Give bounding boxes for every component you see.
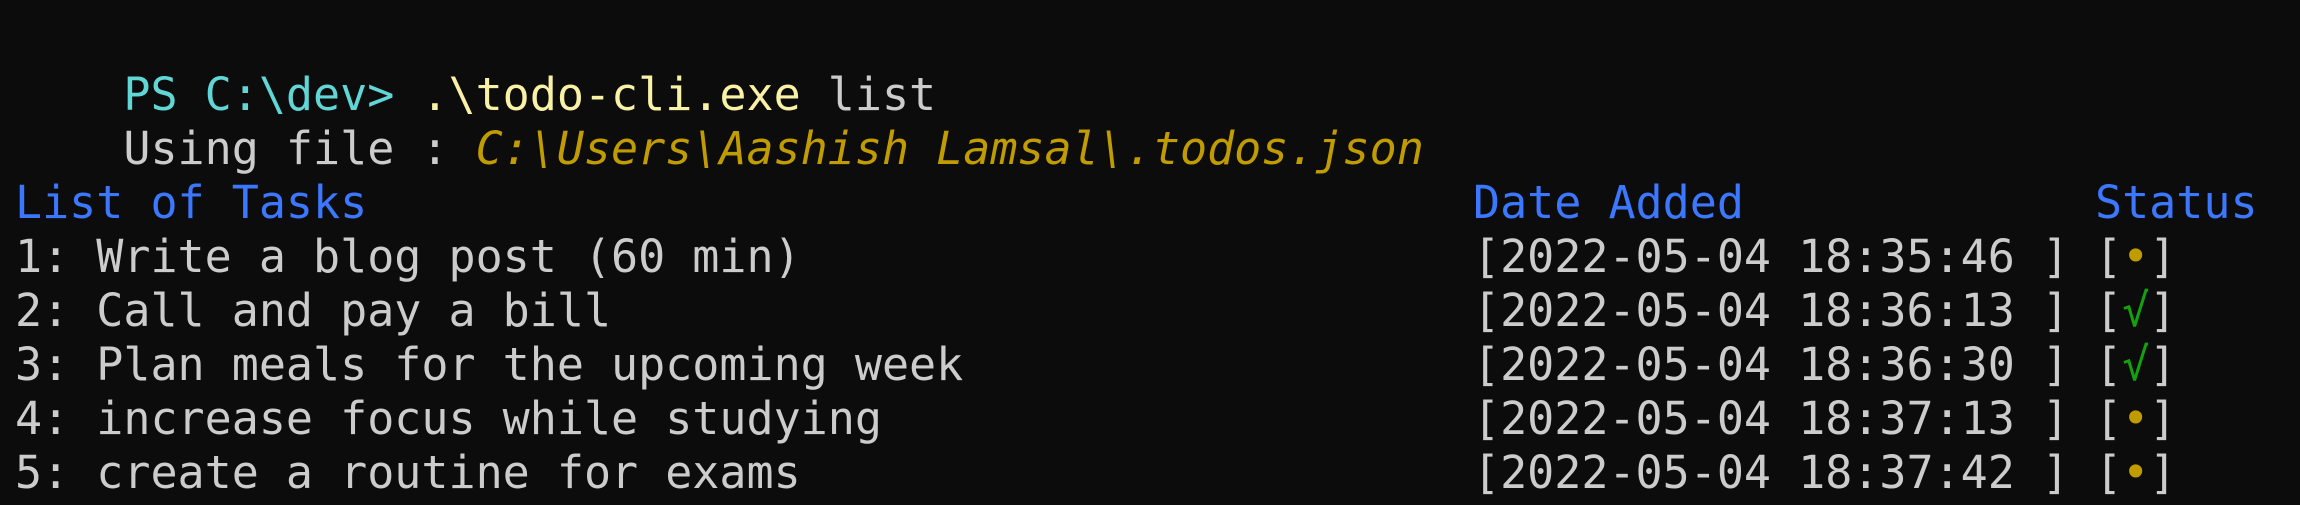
task-text: 4: increase focus while studying	[15, 392, 882, 445]
status-close-bracket: ]	[2149, 230, 2177, 283]
task-text: 2: Call and pay a bill	[15, 284, 612, 337]
task-date: [2022-05-04 18:37:42 ]	[1473, 446, 2070, 499]
task-list: 1: Write a blog post (60 min) [2022-05-04…	[15, 230, 2300, 500]
table-row: 5: create a routine for exams [2022-05-04…	[15, 446, 2300, 500]
file-info-label: Using file :	[123, 122, 476, 175]
status-open-bracket: [	[2095, 392, 2123, 445]
table-row: 3: Plan meals for the upcoming week [2022…	[15, 338, 2300, 392]
status-close-bracket: ]	[2149, 446, 2177, 499]
task-status: [√]	[2095, 338, 2176, 392]
task-status: [•]	[2095, 446, 2176, 500]
status-open-bracket: [	[2095, 338, 2123, 391]
task-text: 1: Write a blog post (60 min)	[15, 230, 801, 283]
header-status: Status	[2095, 176, 2258, 229]
status-open-bracket: [	[2095, 284, 2123, 337]
task-status: [•]	[2095, 392, 2176, 446]
task-status: [√]	[2095, 284, 2176, 338]
bullet-icon: •	[2122, 392, 2150, 445]
terminal-window[interactable]: PS C:\dev> .\todo-cli.exe list Using fil…	[0, 0, 2300, 505]
status-open-bracket: [	[2095, 230, 2123, 283]
file-info-line: Using file : C:\Users\Aashish Lamsal\.to…	[15, 68, 2300, 175]
check-icon: √	[2122, 338, 2150, 391]
task-date: [2022-05-04 18:36:30 ]	[1473, 338, 2070, 391]
task-text: 5: create a routine for exams	[15, 446, 801, 499]
status-close-bracket: ]	[2149, 338, 2177, 391]
command-line: PS C:\dev> .\todo-cli.exe list	[15, 14, 2300, 121]
table-header: List of Tasks Date Added Status	[15, 176, 2300, 230]
bullet-icon: •	[2122, 230, 2150, 283]
table-row: 4: increase focus while studying [2022-05…	[15, 392, 2300, 446]
table-row: 1: Write a blog post (60 min) [2022-05-04…	[15, 230, 2300, 284]
status-open-bracket: [	[2095, 446, 2123, 499]
status-close-bracket: ]	[2149, 284, 2177, 337]
task-date: [2022-05-04 18:37:13 ]	[1473, 392, 2070, 445]
table-row: 2: Call and pay a bill [2022-05-04 18:36:…	[15, 284, 2300, 338]
header-tasks: List of Tasks	[15, 176, 368, 229]
file-path: C:\Users\Aashish Lamsal\.todos.json	[475, 122, 1424, 175]
task-date: [2022-05-04 18:35:46 ]	[1473, 230, 2070, 283]
bullet-icon: •	[2122, 446, 2150, 499]
status-close-bracket: ]	[2149, 392, 2177, 445]
header-date-added: Date Added	[1473, 176, 1744, 229]
task-text: 3: Plan meals for the upcoming week	[15, 338, 964, 391]
check-icon: √	[2122, 284, 2150, 337]
task-status: [•]	[2095, 230, 2176, 284]
task-date: [2022-05-04 18:36:13 ]	[1473, 284, 2070, 337]
